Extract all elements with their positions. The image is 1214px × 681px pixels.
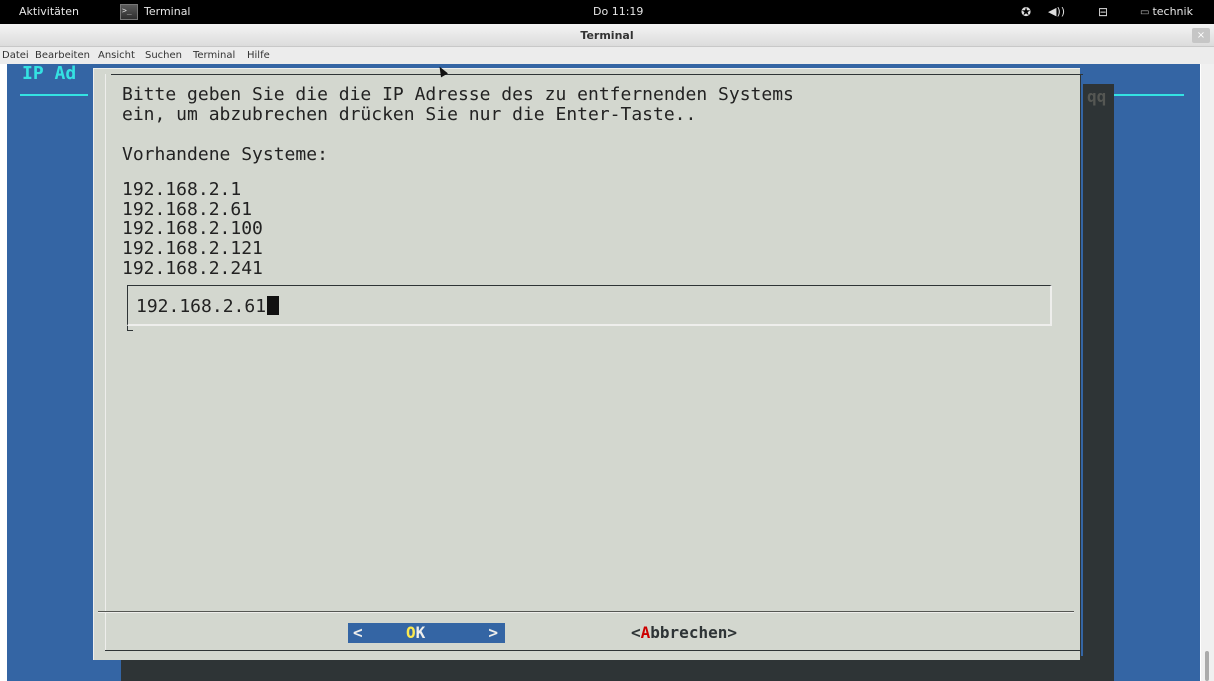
activities-button[interactable]: Aktivitäten xyxy=(19,0,79,24)
ok-label: OK xyxy=(406,623,425,643)
terminal-area[interactable]: IP Ad qq Bitte geben Sie die die IP Adre… xyxy=(7,64,1200,681)
menubar: Datei Bearbeiten Ansicht Suchen Terminal… xyxy=(0,47,1214,64)
menu-bearbeiten[interactable]: Bearbeiten xyxy=(35,47,90,64)
network-icon[interactable]: ⊟ xyxy=(1098,0,1108,24)
systems-heading: Vorhandene Systeme: xyxy=(122,144,328,165)
system-item: 192.168.2.1 xyxy=(122,179,242,200)
dialog-frame-bottom xyxy=(105,650,1081,651)
dialog-shadow-right xyxy=(1083,84,1114,681)
gnome-top-bar: Aktivitäten Terminal Do 11:19 ✪ ◀)) ⊟ ▭t… xyxy=(0,0,1214,24)
input-text: 192.168.2.61 xyxy=(136,296,267,317)
cancel-close-bracket: > xyxy=(727,623,737,642)
app-menu-label: Terminal xyxy=(144,5,191,18)
ok-label-rest: K xyxy=(415,623,426,642)
ok-right-bracket: > xyxy=(488,623,498,642)
background-title-rule-right xyxy=(1114,94,1184,96)
system-item: 192.168.2.241 xyxy=(122,258,263,279)
menu-terminal[interactable]: Terminal xyxy=(193,47,235,64)
cancel-hotkey: A xyxy=(640,623,651,642)
background-title-rule-left xyxy=(20,94,88,96)
ip-address-input-value[interactable]: 192.168.2.61 xyxy=(136,296,280,317)
accessibility-icon[interactable]: ✪ xyxy=(1021,0,1031,24)
terminal-scrollbar[interactable] xyxy=(1201,64,1214,681)
window-title: Terminal xyxy=(580,29,634,42)
terminal-app-icon xyxy=(120,0,138,23)
input-frame-corner xyxy=(127,326,133,331)
dialog-frame-right xyxy=(1080,74,1081,660)
text-cursor xyxy=(267,296,280,315)
dialog-frame-left xyxy=(105,74,106,650)
menu-datei[interactable]: Datei xyxy=(2,47,29,64)
ok-hotkey: O xyxy=(406,623,416,642)
ok-button[interactable]: < OK > xyxy=(348,623,505,643)
menu-hilfe[interactable]: Hilfe xyxy=(247,47,270,64)
user-menu[interactable]: ▭ technik xyxy=(1140,0,1193,24)
background-title-tail: qq xyxy=(1087,87,1107,106)
window-titlebar[interactable]: Terminal × xyxy=(0,24,1214,47)
scrollbar-thumb[interactable] xyxy=(1205,651,1209,681)
cancel-label-rest: bbrechen xyxy=(650,623,728,642)
background-dialog-title: IP Ad xyxy=(22,64,77,84)
volume-icon[interactable]: ◀)) xyxy=(1048,0,1065,24)
dialog-frame-top xyxy=(111,74,1083,75)
button-separator-highlight xyxy=(98,612,1074,613)
system-item: 192.168.2.61 xyxy=(122,199,253,220)
user-icon: ▭ xyxy=(1140,7,1150,18)
system-item: 192.168.2.100 xyxy=(122,218,263,239)
ok-left-bracket: < xyxy=(353,623,363,642)
cancel-open-bracket: < xyxy=(631,623,641,642)
user-name: technik xyxy=(1152,5,1193,18)
dialog-prompt-line-2: ein, um abzubrechen drücken Sie nur die … xyxy=(122,104,697,125)
menu-ansicht[interactable]: Ansicht xyxy=(98,47,135,64)
dialog-prompt-line-1: Bitte geben Sie die die IP Adresse des z… xyxy=(122,84,794,105)
close-window-button[interactable]: × xyxy=(1192,28,1210,43)
close-icon: × xyxy=(1196,30,1206,41)
clock[interactable]: Do 11:19 xyxy=(593,0,643,24)
cancel-button[interactable]: <Abbrechen> xyxy=(631,623,737,643)
menu-suchen[interactable]: Suchen xyxy=(145,47,182,64)
system-item: 192.168.2.121 xyxy=(122,238,263,259)
